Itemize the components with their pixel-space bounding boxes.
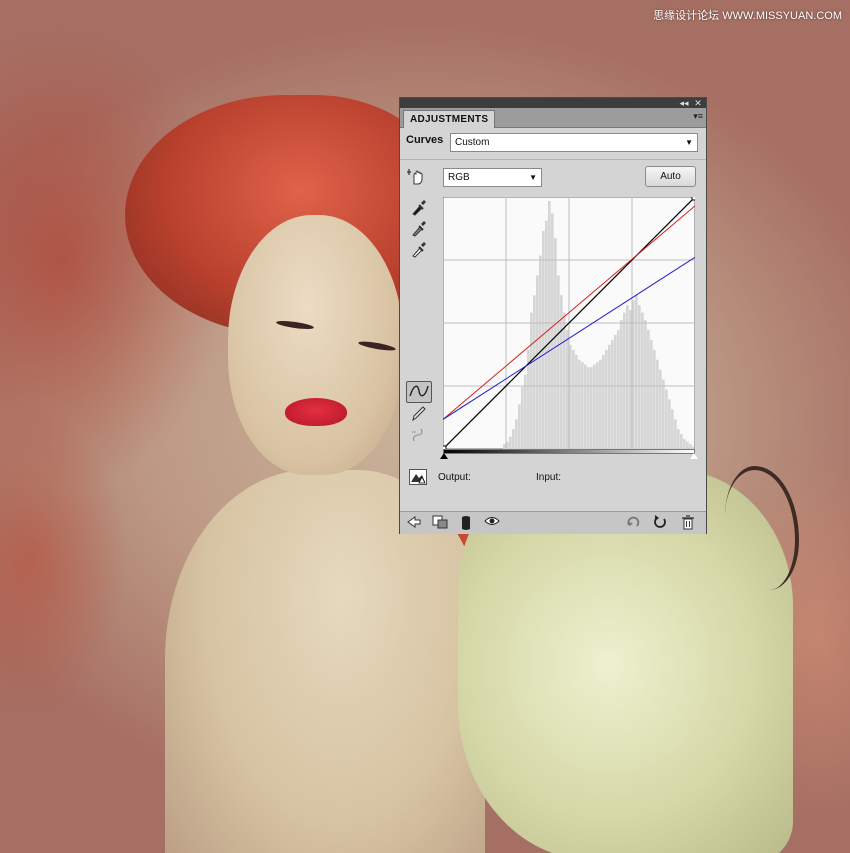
preset-select[interactable]: Custom ▼ <box>450 133 698 152</box>
histogram-bar <box>656 359 659 449</box>
curve-point[interactable] <box>691 197 695 201</box>
curves-graph[interactable] <box>443 197 695 449</box>
histogram-bar <box>587 367 590 449</box>
histogram-bar <box>509 436 512 449</box>
histogram-bar <box>647 329 650 449</box>
panel-tabbar: ADJUSTMENTS ▾≡ <box>400 108 706 128</box>
lips <box>285 398 347 426</box>
histogram-bar <box>635 295 638 449</box>
watermark: 思缘设计论坛 WWW.MISSYUAN.COM <box>653 10 842 22</box>
histogram-bar <box>626 305 629 449</box>
tab-adjustments[interactable]: ADJUSTMENTS <box>403 110 496 128</box>
histogram-bar <box>536 275 539 449</box>
histogram-bar <box>611 339 614 449</box>
histogram-bar <box>590 367 593 449</box>
histogram-bar <box>680 434 683 449</box>
channel-value: RGB <box>448 172 470 183</box>
histogram-bar <box>677 429 680 449</box>
eyedropper-white-icon[interactable] <box>409 240 429 260</box>
histogram-bar <box>563 312 566 449</box>
histogram-bar <box>599 359 602 449</box>
histogram-bar <box>674 419 677 449</box>
back-arrow-icon[interactable] <box>406 515 422 531</box>
histogram-bar <box>530 312 533 449</box>
eye-icon[interactable] <box>484 515 500 531</box>
white-point-slider[interactable] <box>690 453 698 459</box>
histogram-bar <box>617 329 620 449</box>
histogram-bar <box>605 349 608 449</box>
close-icon[interactable]: ✕ <box>692 98 704 108</box>
histogram-bar <box>662 379 665 449</box>
histogram-bar <box>638 305 641 449</box>
histogram-bar <box>512 429 515 449</box>
trash-icon[interactable] <box>680 515 696 531</box>
auto-button[interactable]: Auto <box>645 166 696 187</box>
histogram-bar <box>566 329 569 449</box>
histogram-bar <box>593 364 596 449</box>
histogram-bar <box>581 362 584 449</box>
histogram-bar <box>686 441 689 449</box>
pencil-icon[interactable] <box>409 404 429 424</box>
input-label: Input: <box>536 472 562 483</box>
histogram-bar <box>641 312 644 449</box>
chevron-down-icon: ▼ <box>529 173 537 182</box>
histogram-bar <box>596 362 599 449</box>
histogram-bar <box>629 310 632 449</box>
smooth-curve-icon[interactable] <box>409 426 429 446</box>
histogram-bar <box>572 349 575 449</box>
histogram-bar <box>683 439 686 449</box>
layer-mask-icon[interactable] <box>458 515 474 531</box>
histogram-bar <box>545 220 548 449</box>
histogram-bar <box>620 320 623 449</box>
hand-adjust-icon[interactable] <box>406 166 426 186</box>
histogram-bar <box>614 334 617 449</box>
histogram-bar <box>671 409 674 449</box>
histogram-bar <box>644 320 647 449</box>
histogram-bar <box>575 354 578 449</box>
histogram-bar <box>665 389 668 449</box>
adjustments-panel: ◂◂ ✕ ADJUSTMENTS ▾≡ Curves Custom ▼ RGB … <box>399 97 707 534</box>
eyedropper-black-icon[interactable] <box>409 198 429 218</box>
panel-menu-icon[interactable]: ▾≡ <box>693 111 703 122</box>
histogram-bar <box>659 369 662 449</box>
histogram-bar <box>668 399 671 449</box>
histogram-bar <box>653 349 656 449</box>
histogram-bar <box>578 359 581 449</box>
panel-bottom-bar <box>400 511 706 534</box>
histogram-bar <box>584 364 587 449</box>
histogram-bar <box>533 295 536 449</box>
input-gradient-bar <box>443 449 695 454</box>
histogram-bar <box>650 339 653 449</box>
histogram-bar <box>551 213 554 449</box>
curve-point-icon[interactable] <box>406 381 432 403</box>
histogram-bar <box>548 201 551 449</box>
panel-titlebar[interactable]: ◂◂ ✕ <box>400 98 706 108</box>
histogram-bar <box>608 344 611 449</box>
clipping-warning-icon[interactable] <box>409 469 427 485</box>
preset-value: Custom <box>455 137 490 148</box>
black-point-slider[interactable] <box>440 453 448 459</box>
adjustment-type-label: Curves <box>406 134 444 146</box>
eyedropper-gray-icon[interactable] <box>409 219 429 239</box>
histogram-bar <box>542 230 545 449</box>
chevron-down-icon: ▼ <box>685 138 693 147</box>
histogram-bar <box>602 354 605 449</box>
histogram-bar <box>557 275 560 449</box>
previous-state-icon[interactable] <box>626 515 642 531</box>
histogram-bar <box>554 238 557 449</box>
clip-to-layer-icon[interactable] <box>432 515 448 531</box>
divider <box>400 159 706 160</box>
reset-icon[interactable] <box>652 515 668 531</box>
histogram-bar <box>521 387 524 449</box>
histogram-bar <box>518 404 521 449</box>
output-label: Output: <box>438 472 471 483</box>
wing-edge <box>725 466 799 590</box>
channel-select[interactable]: RGB ▼ <box>443 168 542 187</box>
histogram-bar <box>623 312 626 449</box>
histogram-bar <box>515 419 518 449</box>
collapse-icon[interactable]: ◂◂ <box>678 98 690 108</box>
